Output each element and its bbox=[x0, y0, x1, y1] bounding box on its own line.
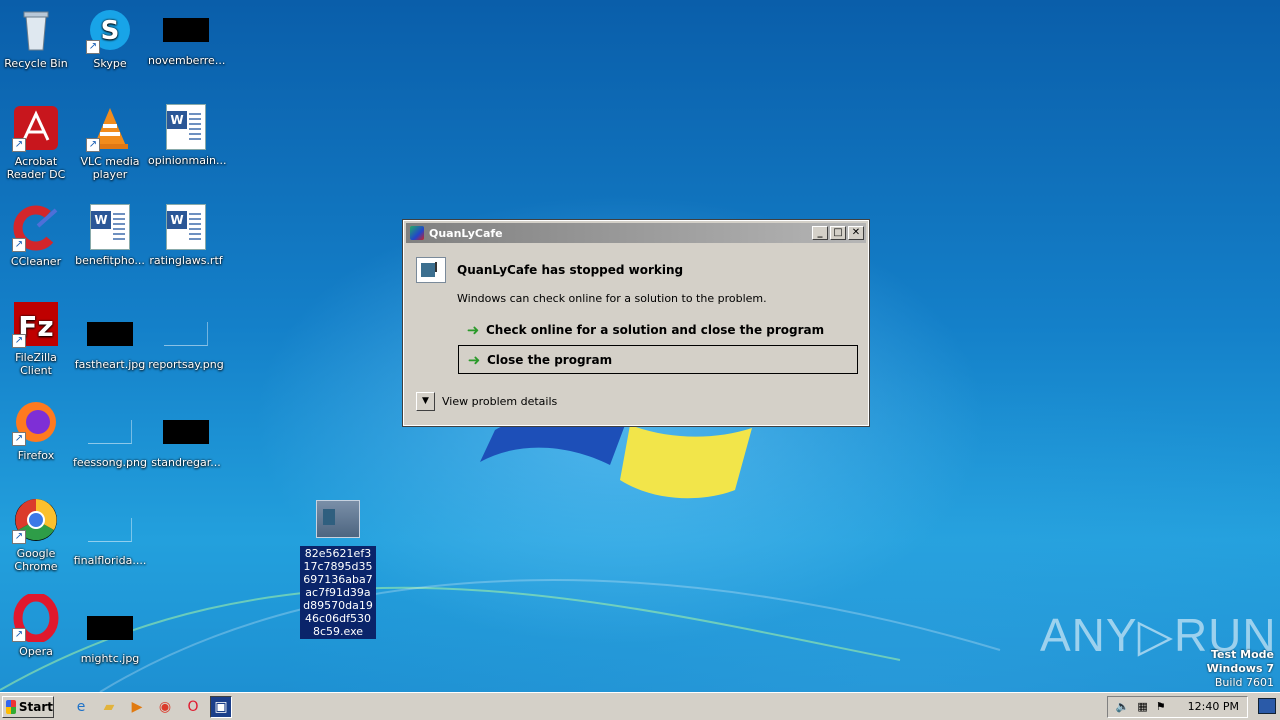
desktop-icon-novemberre[interactable]: novemberre... bbox=[148, 6, 225, 67]
desktop-icon-vlc[interactable]: ↗ VLC media player bbox=[72, 104, 148, 181]
desktop-icon-ccleaner[interactable]: ↗ CCleaner bbox=[0, 204, 74, 268]
desktop-icon-filezilla[interactable]: Fz ↗ FileZilla Client bbox=[0, 300, 74, 377]
dialog-subtext: Windows can check online for a solution … bbox=[457, 292, 767, 305]
desktop-icon-ratinglaws[interactable]: W ratinglaws.rtf bbox=[148, 204, 224, 267]
word-doc-icon: W bbox=[166, 104, 206, 150]
internet-explorer-icon[interactable]: e bbox=[70, 696, 92, 718]
skype-icon: S ↗ bbox=[86, 6, 134, 54]
quanlycafe-taskbar-icon[interactable]: ▣ bbox=[210, 695, 232, 718]
check-online-label: Check online for a solution and close th… bbox=[486, 322, 825, 337]
close-program-button[interactable]: ➜ Close the program bbox=[458, 345, 858, 374]
close-program-label: Close the program bbox=[487, 352, 613, 367]
desktop-icon-recycle-bin[interactable]: Recycle Bin bbox=[0, 6, 74, 70]
app-icon bbox=[410, 226, 424, 240]
chrome-icon: ↗ bbox=[12, 496, 60, 544]
desktop-icon-fastheart[interactable]: fastheart.jpg bbox=[72, 310, 148, 371]
word-doc-icon: W bbox=[90, 204, 130, 250]
close-button[interactable]: ✕ bbox=[848, 226, 864, 240]
system-tray: 🔈 ▦ ⚑ 12:40 PM bbox=[1106, 695, 1248, 718]
desktop-icon-finalflorida[interactable]: finalflorida.... bbox=[72, 506, 148, 567]
action-center-flag-icon[interactable]: ⚑ bbox=[1156, 700, 1166, 713]
desktop-icon-skype[interactable]: S ↗ Skype bbox=[72, 6, 148, 70]
desktop-icon-reportsay[interactable]: reportsay.png bbox=[148, 310, 224, 371]
view-details-label: View problem details bbox=[442, 395, 558, 408]
desktop-icon-mightc[interactable]: mightc.jpg bbox=[72, 604, 148, 665]
filezilla-icon: Fz ↗ bbox=[12, 300, 60, 348]
volume-icon[interactable]: 🔈 bbox=[1116, 700, 1130, 713]
blank-thumbnail-icon bbox=[88, 518, 132, 542]
dialog-titlebar[interactable]: QuanLyCafe _ □ ✕ bbox=[406, 223, 866, 243]
desktop-icon-chrome[interactable]: ↗ Google Chrome bbox=[0, 496, 74, 573]
minimize-button[interactable]: _ bbox=[812, 226, 828, 240]
check-online-button[interactable]: ➜ Check online for a solution and close … bbox=[458, 315, 858, 344]
dialog-heading: QuanLyCafe has stopped working bbox=[457, 263, 684, 277]
chevron-down-icon[interactable]: ▼ bbox=[416, 392, 435, 411]
black-thumbnail-icon bbox=[87, 616, 133, 640]
program-window-icon bbox=[416, 257, 446, 283]
desktop-icon-feessong[interactable]: feessong.png bbox=[72, 408, 148, 469]
taskbar: Start e ▰ ▶ ◉ O ▣ 🔈 ▦ ⚑ 12:40 PM bbox=[0, 692, 1280, 720]
desktop-icon-standregar[interactable]: standregar... bbox=[148, 408, 224, 469]
clock[interactable]: 12:40 PM bbox=[1188, 700, 1239, 713]
vlc-icon: ↗ bbox=[86, 104, 134, 152]
desktop-icon-selected-exe[interactable]: 82e5621ef317c7895d35697136aba7ac7f91d39a… bbox=[300, 500, 376, 639]
maximize-button[interactable]: □ bbox=[830, 226, 846, 240]
black-thumbnail-icon bbox=[87, 322, 133, 346]
explorer-folder-icon[interactable]: ▰ bbox=[98, 696, 120, 718]
recycle-bin-icon bbox=[12, 6, 60, 54]
error-dialog: QuanLyCafe _ □ ✕ QuanLyCafe has stopped … bbox=[402, 219, 870, 427]
opera-icon: ↗ bbox=[12, 592, 60, 644]
selected-exe-label: 82e5621ef317c7895d35697136aba7ac7f91d39a… bbox=[300, 546, 376, 639]
network-icon[interactable]: ▦ bbox=[1137, 700, 1147, 713]
firefox-icon: ↗ bbox=[12, 398, 60, 446]
test-mode-notice: Test Mode Windows 7 Build 7601 bbox=[1206, 648, 1274, 689]
windows-logo-icon bbox=[6, 699, 16, 714]
quick-launch: e ▰ ▶ ◉ O ▣ bbox=[70, 695, 232, 718]
show-desktop-button[interactable] bbox=[1258, 698, 1276, 714]
blank-thumbnail-icon bbox=[164, 322, 208, 346]
desktop-icon-acrobat[interactable]: ↗ Acrobat Reader DC bbox=[0, 104, 74, 181]
desktop-icon-firefox[interactable]: ↗ Firefox bbox=[0, 398, 74, 462]
black-thumbnail-icon bbox=[163, 420, 209, 444]
dialog-title: QuanLyCafe bbox=[429, 226, 503, 240]
word-doc-icon: W bbox=[166, 204, 206, 250]
exe-file-icon bbox=[316, 500, 360, 538]
chrome-taskbar-icon[interactable]: ◉ bbox=[154, 696, 176, 718]
green-arrow-icon: ➜ bbox=[466, 320, 480, 339]
desktop-icon-opinionmain[interactable]: W opinionmain... bbox=[148, 104, 226, 167]
svg-text:S: S bbox=[101, 16, 120, 46]
start-button[interactable]: Start bbox=[2, 695, 54, 718]
media-player-icon[interactable]: ▶ bbox=[126, 696, 148, 718]
ccleaner-icon: ↗ bbox=[12, 204, 60, 252]
green-arrow-icon: ➜ bbox=[467, 350, 481, 369]
view-problem-details[interactable]: ▼ View problem details bbox=[416, 392, 557, 411]
acrobat-icon: ↗ bbox=[12, 104, 60, 152]
desktop-icon-benefitpho[interactable]: W benefitpho... bbox=[72, 204, 148, 267]
desktop-icon-opera[interactable]: ↗ Opera bbox=[0, 592, 74, 658]
black-thumbnail-icon bbox=[163, 18, 209, 42]
opera-taskbar-icon[interactable]: O bbox=[182, 696, 204, 718]
blank-thumbnail-icon bbox=[88, 420, 132, 444]
